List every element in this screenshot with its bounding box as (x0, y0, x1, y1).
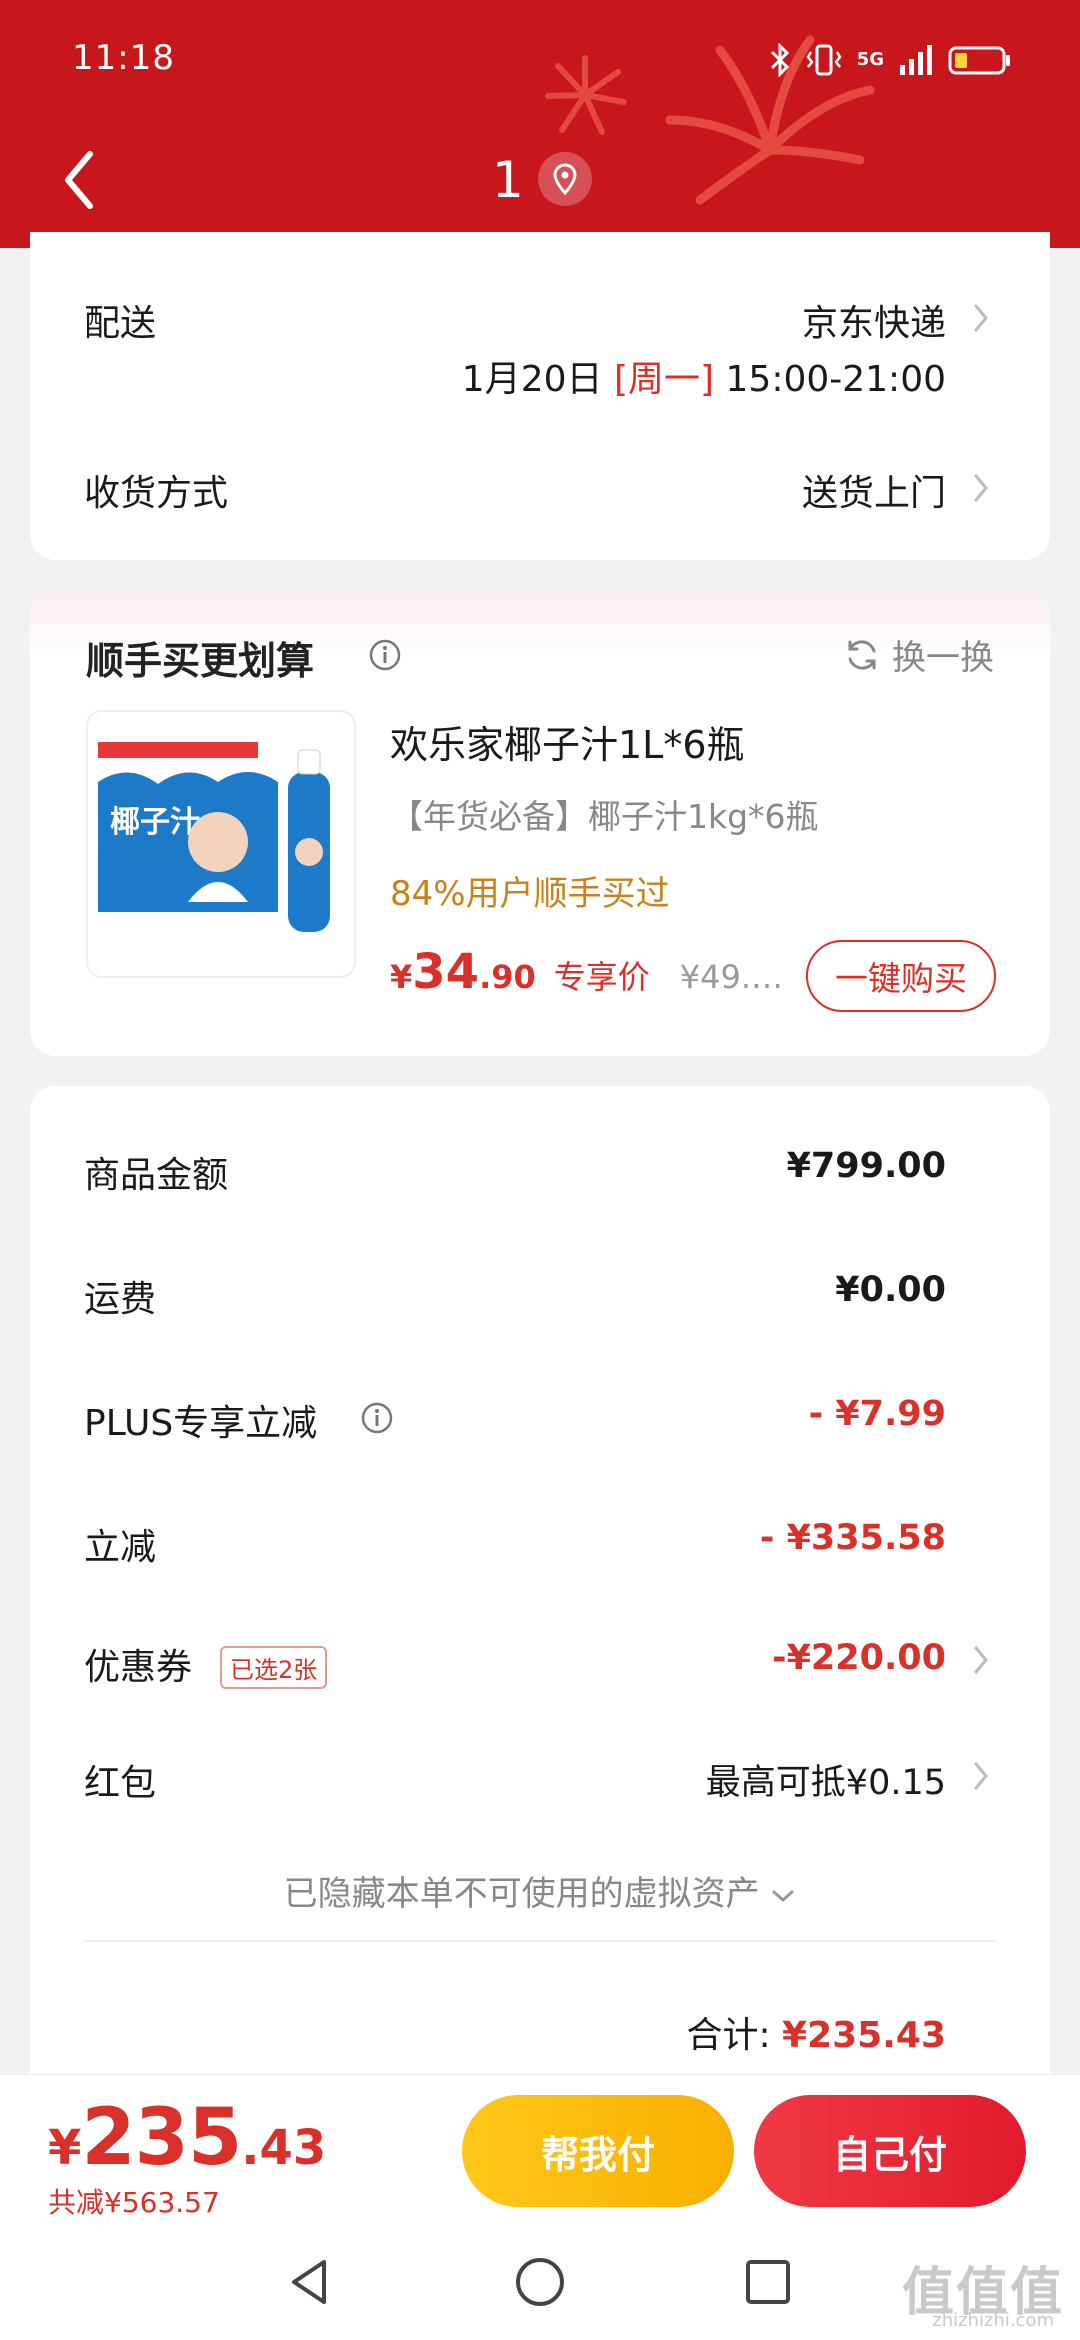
back-arrow-icon[interactable] (56, 144, 104, 216)
vibrate-icon (806, 44, 842, 76)
delivery-carrier[interactable]: 京东快递 (802, 294, 946, 346)
delivery-date: 1月20日 (461, 359, 603, 400)
system-recents-icon[interactable] (738, 2252, 798, 2312)
delivery-datetime[interactable]: 1月20日 [周一] 15:00-21:00 (462, 350, 946, 402)
plus-discount-label: PLUS专享立减 (84, 1403, 318, 1444)
delivery-time-window: 15:00-21:00 (725, 359, 946, 400)
chevron-down-icon (772, 1890, 794, 1902)
bluetooth-icon (770, 43, 789, 77)
help-me-pay-button[interactable]: 帮我付 (462, 2095, 734, 2207)
red-packet-label: 红包 (84, 1763, 157, 1804)
shipping-value: ¥0.00 (835, 1270, 946, 1310)
instant-discount-value: - ¥335.58 (759, 1518, 946, 1558)
watermark-url: zhizhizhi.com (932, 2310, 1054, 2331)
location-pin-icon[interactable] (538, 152, 592, 206)
red-packet-value[interactable]: 最高可抵¥0.15 (706, 1754, 946, 1805)
network-type: 5G (856, 49, 884, 70)
address-title[interactable]: 1 (492, 144, 524, 216)
product-social-proof: 84%用户顺手买过 (390, 874, 670, 914)
pay-myself-button[interactable]: 自己付 (754, 2095, 1026, 2207)
product-image-label: 椰子汁 (110, 805, 200, 840)
plus-discount-value: - ¥7.99 (808, 1394, 946, 1434)
nav-bar: 1 (0, 130, 1080, 230)
battery-icon (948, 46, 1010, 75)
product-subtitle: 【年货必备】椰子汁1kg*6瓶 (390, 797, 819, 836)
info-icon[interactable] (368, 638, 402, 672)
signal-icon (900, 45, 932, 75)
price-integer: 34 (412, 944, 480, 1000)
status-time: 11:18 (72, 38, 175, 78)
recommend-card: 顺手买更划算 换一换 椰子汁 欢乐家椰子汁1L*6瓶 【年货必备】椰子汁1kg*… (30, 590, 1050, 1056)
pay-decimal: .43 (241, 2120, 327, 2176)
delivery-weekday: [周一] (613, 359, 715, 400)
pay-integer: 235 (81, 2093, 242, 2183)
goods-amount-value: ¥799.00 (786, 1146, 946, 1186)
total-row: 合计: ¥235.43 (686, 2006, 946, 2058)
total-saved: 共减¥563.57 (48, 2186, 220, 2219)
pay-amount: ¥ 235 .43 (48, 2093, 326, 2183)
system-home-icon[interactable] (510, 2252, 570, 2312)
receive-method-value[interactable]: 送货上门 (802, 464, 946, 516)
product-image[interactable]: 椰子汁 (86, 710, 356, 978)
total-label: 合计: (686, 2015, 771, 2056)
chevron-right-icon[interactable] (972, 300, 992, 336)
hidden-assets-toggle[interactable]: 已隐藏本单不可使用的虚拟资产 (30, 1866, 1050, 1915)
coupon-value[interactable]: -¥220.00 (772, 1638, 946, 1678)
goods-amount-label: 商品金额 (84, 1155, 229, 1196)
product-price: ¥ 34 .90 专享价 ¥49.… (390, 944, 783, 1000)
system-nav-bar: 值值值 zhizhizhi.com (0, 2224, 1080, 2340)
coupon-count-badge: 已选2张 (220, 1646, 328, 1689)
receive-method-label: 收货方式 (84, 473, 229, 514)
one-click-buy-button[interactable]: 一键购买 (806, 940, 996, 1012)
chevron-right-icon[interactable] (972, 1758, 992, 1794)
order-summary-card: 商品金额 ¥799.00 运费 ¥0.00 PLUS专享立减 - ¥7.99 立… (30, 1086, 1050, 2086)
price-currency: ¥ (390, 958, 413, 996)
product-name[interactable]: 欢乐家椰子汁1L*6瓶 (390, 714, 745, 769)
status-bar: 11:18 5G (0, 0, 1080, 120)
system-back-icon[interactable] (280, 2252, 340, 2312)
coupon-label: 优惠券 (84, 1647, 193, 1688)
app-header: 11:18 5G 1 (0, 0, 1080, 248)
total-value: ¥235.43 (782, 2015, 946, 2056)
chevron-right-icon[interactable] (972, 1642, 992, 1678)
divider (84, 1940, 996, 1942)
status-icons: 5G (769, 40, 1012, 80)
checkout-bar: ¥ 235 .43 共减¥563.57 帮我付 自己付 (0, 2074, 1080, 2224)
hidden-assets-text: 已隐藏本单不可使用的虚拟资产 (283, 1874, 760, 1914)
recommend-title: 顺手买更划算 (86, 639, 315, 683)
instant-discount-label: 立减 (84, 1527, 157, 1568)
swap-button[interactable]: 换一换 (844, 630, 994, 679)
chevron-right-icon[interactable] (972, 470, 992, 506)
original-price: ¥49.… (679, 958, 784, 996)
price-decimal: .90 (479, 958, 536, 996)
info-icon[interactable] (360, 1401, 394, 1435)
shipping-label: 运费 (84, 1279, 157, 1320)
swap-label: 换一换 (892, 638, 994, 678)
delivery-label: 配送 (84, 303, 157, 344)
pay-currency: ¥ (48, 2120, 82, 2176)
price-tag: 专享价 (553, 958, 650, 996)
refresh-icon (848, 639, 876, 670)
delivery-card: 配送 京东快递 1月20日 [周一] 15:00-21:00 收货方式 送货上门 (30, 232, 1050, 560)
